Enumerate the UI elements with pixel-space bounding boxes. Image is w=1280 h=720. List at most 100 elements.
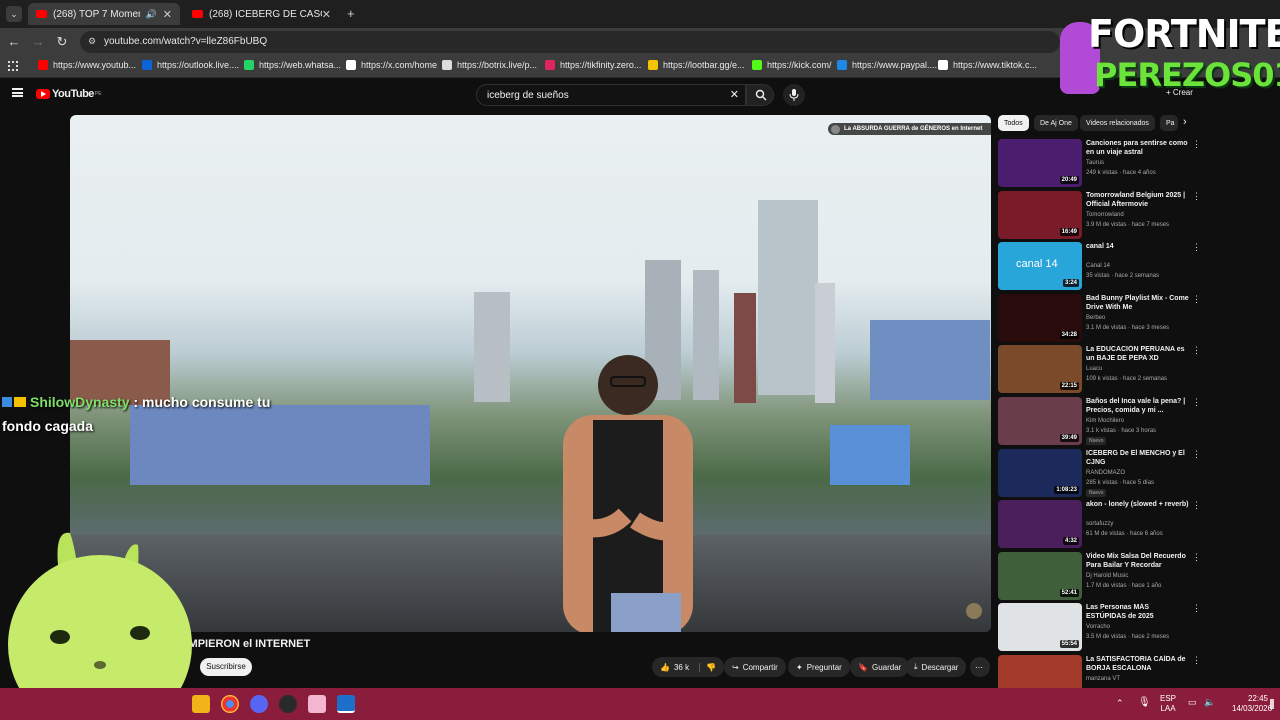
more-vertical-icon[interactable]: ⋮ [1192, 191, 1201, 202]
voice-search-button[interactable] [783, 84, 805, 106]
recommendation-channel[interactable]: Dj Harold Music [1086, 573, 1128, 579]
recommendation-channel[interactable]: Kim Mochilero [1086, 418, 1124, 424]
chip-videos-relacionados[interactable]: Videos relacionados [1080, 115, 1155, 131]
browser-tab-1[interactable]: (268) TOP 7 Momentos que 🔊 ✕ [28, 3, 180, 25]
clock[interactable]: 22:45 14/03/2026 [1232, 694, 1272, 714]
chip-pa[interactable]: Pa [1160, 115, 1178, 131]
channel-watermark-icon[interactable] [966, 603, 982, 619]
more-vertical-icon[interactable]: ⋮ [1192, 345, 1201, 356]
video-player[interactable]: La ABSURDA GUERRA de GÉNEROS en Internet [70, 115, 991, 632]
youtube-logo[interactable]: YouTube PE [36, 88, 102, 100]
recommendation-channel[interactable]: Taurus [1086, 160, 1104, 166]
apps-grid-icon[interactable] [8, 61, 18, 71]
chevron-right-icon[interactable]: › [1183, 116, 1187, 128]
video-thumbnail[interactable]: 52:41 [998, 551, 1082, 600]
more-vertical-icon[interactable]: ⋮ [1192, 552, 1201, 563]
recommendation-title[interactable]: La EDUCACIÓN PERUANA es un BAJE DE PEPA … [1086, 345, 1190, 363]
download-button[interactable]: ⤓ Descargar [906, 657, 967, 677]
bookmark-item[interactable]: https://botrix.live/p... [442, 60, 537, 70]
video-thumbnail[interactable]: 55:54 [998, 603, 1082, 652]
new-tab-button[interactable]: + [347, 6, 355, 21]
bookmark-item[interactable]: https://x.com/home [346, 60, 437, 70]
more-vertical-icon[interactable]: ⋮ [1192, 655, 1201, 666]
video-thumbnail[interactable]: 4:32 [998, 500, 1082, 549]
bookmark-item[interactable]: https://outlook.live.... [142, 60, 239, 70]
video-thumbnail[interactable]: 39:49 [998, 397, 1082, 445]
chip-de-aj-one[interactable]: De Aj One [1034, 115, 1078, 131]
obs-icon[interactable] [279, 695, 297, 713]
subscribe-button[interactable]: Suscribirse [200, 658, 252, 676]
bookmark-item[interactable]: https://kick.com/ [752, 60, 832, 70]
app-pink-icon[interactable] [308, 695, 326, 713]
recommendation-item[interactable]: 52:41 Video Mix Salsa Del Recuerdo Para B… [998, 551, 1268, 600]
network-icon[interactable]: ▭ [1188, 697, 1197, 708]
video-thumbnail[interactable]: 20:49 [998, 139, 1082, 187]
recommendation-channel[interactable]: manzana VT [1086, 676, 1120, 682]
browser-tab-2[interactable]: (268) ICEBERG DE CASOS OCUI ✕ [184, 3, 339, 25]
site-info-icon[interactable]: ⚙ [88, 36, 96, 47]
bookmark-item[interactable]: https://www.youtub... [38, 60, 136, 70]
more-actions-button[interactable]: ⋯ [970, 657, 990, 677]
bookmark-item[interactable]: https://tikfinity.zero... [545, 60, 641, 70]
more-vertical-icon[interactable]: ⋮ [1192, 397, 1201, 408]
save-button[interactable]: 🔖 Guardar [850, 657, 910, 677]
bookmark-item[interactable]: https://lootbar.gg/e... [648, 60, 745, 70]
app-blue-icon[interactable] [337, 695, 355, 713]
related-video-banner[interactable]: La ABSURDA GUERRA de GÉNEROS en Internet [828, 123, 991, 135]
bookmark-item[interactable]: https://web.whatsa... [244, 60, 341, 70]
recommendation-channel[interactable]: Vorracho [1086, 624, 1110, 630]
recommendation-item[interactable]: 1:08:23 ICEBERG De El MENCHO y El CJNG RAN… [998, 448, 1268, 497]
forward-icon[interactable]: → [30, 34, 46, 50]
recommendation-channel[interactable]: Berbeo [1086, 315, 1105, 321]
microphone-tray-icon[interactable]: 🎙 [1138, 697, 1151, 708]
address-bar[interactable]: ⚙ youtube.com/watch?v=lleZ86FbUBQ [80, 31, 1060, 53]
share-button[interactable]: ↪ Compartir [724, 657, 786, 677]
video-thumbnail[interactable]: 1:08:23 [998, 448, 1082, 497]
tab-close-icon[interactable]: ✕ [322, 8, 331, 21]
chip-todos[interactable]: Todos [998, 115, 1029, 131]
notification-icon[interactable] [1270, 699, 1274, 709]
recommendation-channel[interactable]: sortafuzzy [1086, 521, 1113, 527]
more-vertical-icon[interactable]: ⋮ [1192, 500, 1201, 511]
video-thumbnail[interactable]: 34:28 [998, 293, 1082, 342]
bookmark-item[interactable]: https://www.paypal.... [837, 60, 937, 70]
recommendation-channel[interactable]: RANDOMAZO [1086, 470, 1125, 476]
recommendation-item[interactable]: 4:32 akon - lonely (slowed + reverb) sorta… [998, 500, 1268, 549]
recommendation-item[interactable]: 20:49 Canciones para sentirse como en un … [998, 139, 1268, 187]
reload-icon[interactable]: ↻ [54, 34, 70, 50]
more-vertical-icon[interactable]: ⋮ [1192, 449, 1201, 460]
recommendation-item[interactable]: 34:28 Bad Bunny Playlist Mix - Come Drive… [998, 293, 1268, 342]
search-input[interactable]: iceberg de sueños ✕ [476, 84, 746, 106]
tray-chevron-icon[interactable]: ⌃ [1116, 698, 1124, 709]
recommendation-title[interactable]: Bad Bunny Playlist Mix - Come Drive With… [1086, 294, 1190, 312]
recommendation-title[interactable]: Las Personas MÁS ESTÚPIDAS de 2025 [1086, 603, 1190, 621]
discord-icon[interactable] [250, 695, 268, 713]
chrome-icon[interactable] [221, 695, 239, 713]
recommendation-title[interactable]: Tomorrowland Belgium 2025 | Official Aft… [1086, 191, 1190, 209]
recommendation-channel[interactable]: Luacu [1086, 366, 1102, 372]
volume-icon[interactable]: 🔈 [1204, 697, 1215, 708]
tab-close-icon[interactable]: ✕ [163, 8, 172, 21]
recommendation-title[interactable]: Canciones para sentirse como en un viaje… [1086, 139, 1190, 157]
tab-search-icon[interactable]: ⌄ [6, 6, 22, 22]
dislike-button[interactable]: 👎 [699, 662, 716, 672]
recommendation-title[interactable]: Video Mix Salsa Del Recuerdo Para Bailar… [1086, 552, 1190, 571]
recommendation-item[interactable]: 55:54 Las Personas MÁS ESTÚPIDAS de 2025 V… [998, 603, 1268, 652]
recommendation-title[interactable]: akon - lonely (slowed + reverb) [1086, 500, 1190, 509]
recommendation-title[interactable]: ICEBERG De El MENCHO y El CJNG [1086, 449, 1190, 467]
like-button[interactable]: 👍 36 k 👎 [652, 657, 725, 677]
recommendation-item[interactable]: 3:24 canal 14 canal 14 Canal 14 35 vistas · … [998, 242, 1268, 291]
recommendation-item[interactable]: 16:49 Tomorrowland Belgium 2025 | Officia… [998, 190, 1268, 239]
recommendation-channel[interactable]: Canal 14 [1086, 263, 1110, 269]
recommendation-title[interactable]: La SATISFACTORIA CAÍDA de BORJA ESCALONA [1086, 655, 1190, 673]
video-thumbnail[interactable]: 16:49 [998, 190, 1082, 239]
menu-icon[interactable] [12, 88, 23, 97]
recommendation-item[interactable]: 22:15 La EDUCACIÓN PERUANA es un BAJE DE … [998, 345, 1268, 394]
video-thumbnail[interactable]: 22:15 [998, 345, 1082, 394]
ask-button[interactable]: ✦ Preguntar [788, 657, 850, 677]
input-language[interactable]: ESP LAA [1160, 694, 1176, 714]
more-vertical-icon[interactable]: ⋮ [1192, 603, 1201, 614]
recommendation-item[interactable]: 39:49 Baños del Inca vale la pena? | Prec… [998, 397, 1268, 445]
recommendation-title[interactable]: Baños del Inca vale la pena? | Precios, … [1086, 397, 1190, 415]
recommendation-item[interactable]: La SATISFACTORIA CAÍDA de BORJA ESCALONA… [998, 655, 1268, 703]
